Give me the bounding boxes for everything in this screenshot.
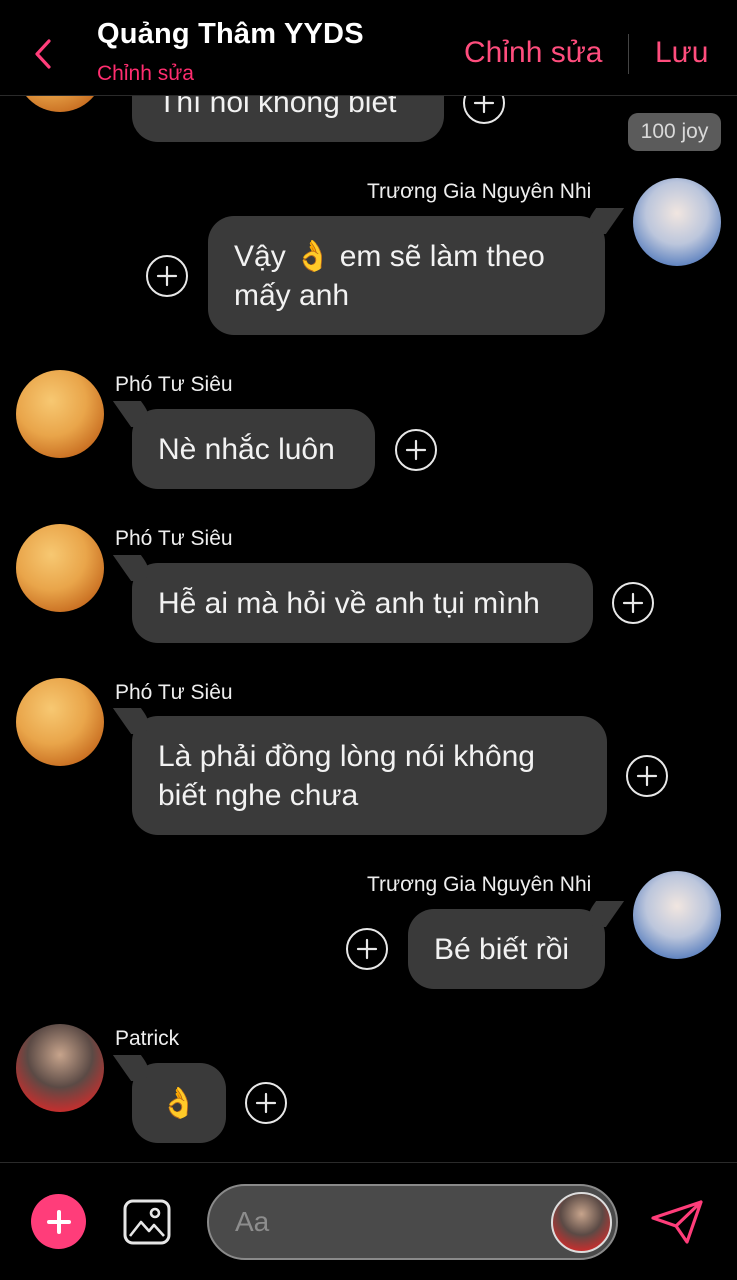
avatar[interactable]	[633, 871, 721, 959]
message-bubble[interactable]: Bé biết rồi	[408, 909, 605, 989]
sender-name: Trương Gia Nguyên Nhi	[367, 873, 592, 896]
avatar[interactable]	[551, 1192, 612, 1253]
add-reaction-button[interactable]	[612, 582, 654, 624]
avatar[interactable]	[16, 370, 104, 458]
message-text: 👌	[160, 1086, 198, 1120]
plus-circle-icon	[636, 765, 658, 787]
avatar[interactable]	[16, 678, 104, 766]
send-icon	[651, 1200, 703, 1244]
message-bubble[interactable]: Hễ ai mà hỏi về anh tụi mình	[132, 563, 593, 643]
sender-name: Patrick	[115, 1027, 180, 1050]
plus-circle-icon	[622, 592, 644, 614]
add-reaction-button[interactable]	[626, 755, 668, 797]
chat-screen: Thì nói không biết 100 joy Trương Gia Ng…	[0, 0, 737, 1280]
avatar[interactable]	[16, 524, 104, 612]
add-reaction-button[interactable]	[395, 429, 437, 471]
message-text: Bé biết rồi	[434, 932, 570, 966]
sender-name: Phó Tư Siêu	[115, 373, 233, 396]
plus-circle-icon	[405, 439, 427, 461]
plus-circle-icon	[356, 938, 378, 960]
message-bubble[interactable]: Vậy 👌 em sẽ làm theo mấy anh	[208, 216, 605, 335]
avatar[interactable]	[633, 178, 721, 266]
plus-circle-icon	[255, 1092, 277, 1114]
avatar[interactable]	[16, 1024, 104, 1112]
sender-name: Trương Gia Nguyên Nhi	[367, 180, 592, 203]
chat-header: Quảng Thâm YYDS Chỉnh sửa Chỉnh sửa Lưu	[0, 0, 737, 96]
add-reaction-button[interactable]	[146, 255, 188, 297]
send-button[interactable]	[649, 1197, 705, 1247]
composer-bar	[0, 1162, 737, 1280]
message-list[interactable]: Thì nói không biết 100 joy Trương Gia Ng…	[0, 0, 737, 1162]
image-icon	[123, 1199, 171, 1245]
plus-circle-icon	[156, 265, 178, 287]
add-reaction-button[interactable]	[245, 1082, 287, 1124]
message-bubble[interactable]: Là phải đồng lòng nói không biết nghe ch…	[132, 716, 607, 835]
sender-name: Phó Tư Siêu	[115, 527, 233, 550]
chat-title: Quảng Thâm YYDS	[97, 18, 364, 50]
chevron-left-icon	[35, 39, 51, 69]
sender-name: Phó Tư Siêu	[115, 681, 233, 704]
chat-subtitle[interactable]: Chỉnh sửa	[97, 62, 194, 86]
add-reaction-button[interactable]	[346, 928, 388, 970]
message-text: Vậy 👌 em sẽ làm theo mấy anh	[234, 239, 545, 312]
header-divider	[628, 34, 629, 74]
image-button[interactable]	[121, 1197, 173, 1247]
plus-icon	[46, 1209, 71, 1234]
add-button[interactable]	[31, 1194, 86, 1249]
message-text: Nè nhắc luôn	[158, 432, 335, 466]
reaction-badge[interactable]: 100 joy	[628, 113, 721, 151]
message-bubble[interactable]: Nè nhắc luôn	[132, 409, 375, 489]
edit-button[interactable]: Chỉnh sửa	[464, 36, 603, 70]
back-button[interactable]	[26, 34, 60, 74]
message-text: Là phải đồng lòng nói không biết nghe ch…	[158, 739, 535, 812]
save-button[interactable]: Lưu	[655, 36, 708, 70]
message-input[interactable]	[235, 1202, 535, 1242]
message-text: Hễ ai mà hỏi về anh tụi mình	[158, 586, 540, 620]
message-input-container[interactable]	[207, 1184, 618, 1260]
message-bubble[interactable]: 👌	[132, 1063, 226, 1143]
